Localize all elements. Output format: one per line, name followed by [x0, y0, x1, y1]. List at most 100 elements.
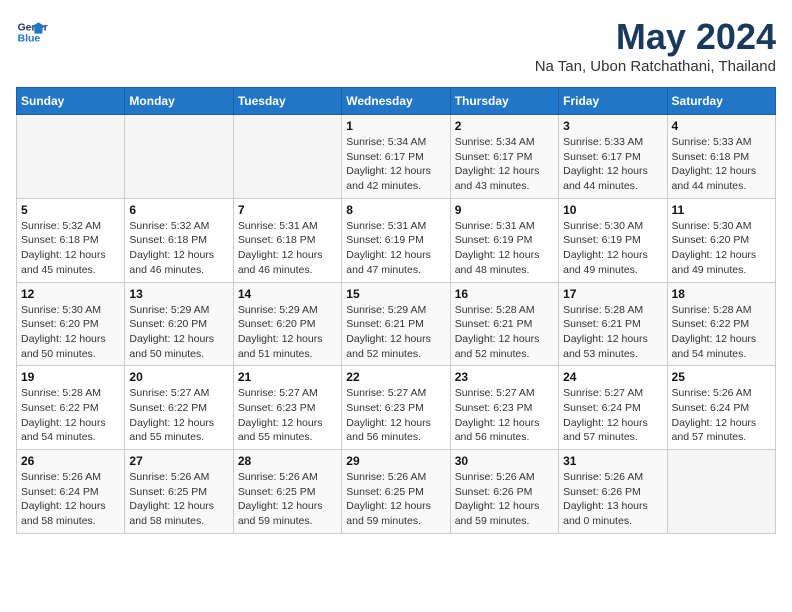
day-number: 11 [672, 203, 771, 217]
week-row-5: 26 Sunrise: 5:26 AM Sunset: 6:24 PM Dayli… [17, 450, 776, 534]
day-info: Sunrise: 5:33 AM Sunset: 6:17 PM Dayligh… [563, 135, 662, 194]
header-cell-wednesday: Wednesday [342, 88, 450, 115]
day-number: 5 [21, 203, 120, 217]
day-info: Sunrise: 5:26 AM Sunset: 6:25 PM Dayligh… [129, 470, 228, 529]
day-info: Sunrise: 5:27 AM Sunset: 6:23 PM Dayligh… [346, 386, 445, 445]
day-number: 31 [563, 454, 662, 468]
day-number: 1 [346, 119, 445, 133]
calendar-cell: 4 Sunrise: 5:33 AM Sunset: 6:18 PM Daylig… [667, 115, 775, 199]
calendar-cell: 23 Sunrise: 5:27 AM Sunset: 6:23 PM Dayli… [450, 366, 558, 450]
header-cell-tuesday: Tuesday [233, 88, 341, 115]
page-header: General Blue May 2024 Na Tan, Ubon Ratch… [16, 16, 776, 75]
day-number: 22 [346, 370, 445, 384]
day-info: Sunrise: 5:27 AM Sunset: 6:23 PM Dayligh… [455, 386, 554, 445]
calendar-cell: 25 Sunrise: 5:26 AM Sunset: 6:24 PM Dayli… [667, 366, 775, 450]
day-info: Sunrise: 5:28 AM Sunset: 6:21 PM Dayligh… [563, 303, 662, 362]
calendar-cell: 2Sunrise: 5:34 AM Sunset: 6:17 PM Daylig… [450, 115, 558, 199]
day-number: 27 [129, 454, 228, 468]
calendar-cell: 20 Sunrise: 5:27 AM Sunset: 6:22 PM Dayli… [125, 366, 233, 450]
day-info: Sunrise: 5:32 AM Sunset: 6:18 PM Dayligh… [129, 219, 228, 278]
day-number: 4 [672, 119, 771, 133]
day-info: Sunrise: 5:29 AM Sunset: 6:20 PM Dayligh… [238, 303, 337, 362]
day-number: 23 [455, 370, 554, 384]
day-info: Sunrise: 5:28 AM Sunset: 6:22 PM Dayligh… [672, 303, 771, 362]
header-cell-monday: Monday [125, 88, 233, 115]
day-info: Sunrise: 5:33 AM Sunset: 6:18 PM Dayligh… [672, 135, 771, 194]
week-row-1: 1 Sunrise: 5:34 AM Sunset: 6:17 PM Daylig… [17, 115, 776, 199]
day-number: 3 [563, 119, 662, 133]
day-number: 10 [563, 203, 662, 217]
calendar-cell: 15Sunrise: 5:29 AM Sunset: 6:21 PM Dayli… [342, 282, 450, 366]
day-number: 14 [238, 287, 337, 301]
day-number: 24 [563, 370, 662, 384]
calendar-cell: 5Sunrise: 5:32 AM Sunset: 6:18 PM Daylig… [17, 198, 125, 282]
header-cell-sunday: Sunday [17, 88, 125, 115]
day-info: Sunrise: 5:26 AM Sunset: 6:26 PM Dayligh… [563, 470, 662, 529]
day-info: Sunrise: 5:27 AM Sunset: 6:22 PM Dayligh… [129, 386, 228, 445]
day-info: Sunrise: 5:31 AM Sunset: 6:19 PM Dayligh… [346, 219, 445, 278]
calendar-cell: 26 Sunrise: 5:26 AM Sunset: 6:24 PM Dayli… [17, 450, 125, 534]
day-info: Sunrise: 5:30 AM Sunset: 6:20 PM Dayligh… [21, 303, 120, 362]
calendar-cell: 8Sunrise: 5:31 AM Sunset: 6:19 PM Daylig… [342, 198, 450, 282]
calendar-cell: 9 Sunrise: 5:31 AM Sunset: 6:19 PM Daylig… [450, 198, 558, 282]
logo: General Blue [16, 16, 48, 48]
day-number: 29 [346, 454, 445, 468]
day-info: Sunrise: 5:34 AM Sunset: 6:17 PM Dayligh… [346, 135, 445, 194]
day-number: 28 [238, 454, 337, 468]
day-info: Sunrise: 5:26 AM Sunset: 6:24 PM Dayligh… [21, 470, 120, 529]
calendar-cell: 21 Sunrise: 5:27 AM Sunset: 6:23 PM Dayli… [233, 366, 341, 450]
day-number: 2 [455, 119, 554, 133]
day-number: 7 [238, 203, 337, 217]
day-info: Sunrise: 5:27 AM Sunset: 6:24 PM Dayligh… [563, 386, 662, 445]
day-number: 21 [238, 370, 337, 384]
calendar-cell [233, 115, 341, 199]
day-info: Sunrise: 5:26 AM Sunset: 6:24 PM Dayligh… [672, 386, 771, 445]
day-number: 13 [129, 287, 228, 301]
header-cell-friday: Friday [559, 88, 667, 115]
day-info: Sunrise: 5:26 AM Sunset: 6:25 PM Dayligh… [238, 470, 337, 529]
day-number: 20 [129, 370, 228, 384]
day-info: Sunrise: 5:28 AM Sunset: 6:21 PM Dayligh… [455, 303, 554, 362]
day-info: Sunrise: 5:30 AM Sunset: 6:20 PM Dayligh… [672, 219, 771, 278]
day-number: 9 [455, 203, 554, 217]
day-number: 26 [21, 454, 120, 468]
calendar-cell: 18 Sunrise: 5:28 AM Sunset: 6:22 PM Dayli… [667, 282, 775, 366]
calendar-body: 1 Sunrise: 5:34 AM Sunset: 6:17 PM Daylig… [17, 115, 776, 534]
calendar-cell: 30Sunrise: 5:26 AM Sunset: 6:26 PM Dayli… [450, 450, 558, 534]
calendar-cell: 27 Sunrise: 5:26 AM Sunset: 6:25 PM Dayli… [125, 450, 233, 534]
calendar-cell: 3 Sunrise: 5:33 AM Sunset: 6:17 PM Daylig… [559, 115, 667, 199]
svg-text:General: General [18, 22, 48, 33]
day-number: 12 [21, 287, 120, 301]
day-number: 15 [346, 287, 445, 301]
calendar-cell: 29 Sunrise: 5:26 AM Sunset: 6:25 PM Dayli… [342, 450, 450, 534]
page-subtitle: Na Tan, Ubon Ratchathani, Thailand [535, 58, 776, 75]
calendar-cell [667, 450, 775, 534]
title-block: May 2024 Na Tan, Ubon Ratchathani, Thail… [535, 16, 776, 75]
day-number: 17 [563, 287, 662, 301]
day-info: Sunrise: 5:26 AM Sunset: 6:25 PM Dayligh… [346, 470, 445, 529]
week-row-2: 5 Sunrise: 5:32 AM Sunset: 6:18 PM Daylig… [17, 198, 776, 282]
page-title: May 2024 [535, 16, 776, 58]
calendar-cell [125, 115, 233, 199]
calendar-cell: 13Sunrise: 5:29 AM Sunset: 6:20 PM Dayli… [125, 282, 233, 366]
calendar-cell: 24 Sunrise: 5:27 AM Sunset: 6:24 PM Dayli… [559, 366, 667, 450]
calendar-header: SundayMondayTuesdayWednesdayThursdayFrid… [17, 88, 776, 115]
day-number: 25 [672, 370, 771, 384]
calendar-cell: 22 Sunrise: 5:27 AM Sunset: 6:23 PM Dayli… [342, 366, 450, 450]
day-info: Sunrise: 5:27 AM Sunset: 6:23 PM Dayligh… [238, 386, 337, 445]
day-number: 19 [21, 370, 120, 384]
day-info: Sunrise: 5:28 AM Sunset: 6:22 PM Dayligh… [21, 386, 120, 445]
week-row-4: 19 Sunrise: 5:28 AM Sunset: 6:22 PM Dayli… [17, 366, 776, 450]
calendar-cell: 11 Sunrise: 5:30 AM Sunset: 6:20 PM Dayli… [667, 198, 775, 282]
day-number: 18 [672, 287, 771, 301]
svg-text:Blue: Blue [18, 34, 41, 45]
calendar-table: SundayMondayTuesdayWednesdayThursdayFrid… [16, 87, 776, 534]
calendar-cell: 17 Sunrise: 5:28 AM Sunset: 6:21 PM Dayli… [559, 282, 667, 366]
day-info: Sunrise: 5:31 AM Sunset: 6:19 PM Dayligh… [455, 219, 554, 278]
calendar-cell: 16Sunrise: 5:28 AM Sunset: 6:21 PM Dayli… [450, 282, 558, 366]
logo-icon: General Blue [16, 16, 48, 48]
day-info: Sunrise: 5:31 AM Sunset: 6:18 PM Dayligh… [238, 219, 337, 278]
day-number: 6 [129, 203, 228, 217]
calendar-cell: 6 Sunrise: 5:32 AM Sunset: 6:18 PM Daylig… [125, 198, 233, 282]
calendar-cell: 19 Sunrise: 5:28 AM Sunset: 6:22 PM Dayli… [17, 366, 125, 450]
